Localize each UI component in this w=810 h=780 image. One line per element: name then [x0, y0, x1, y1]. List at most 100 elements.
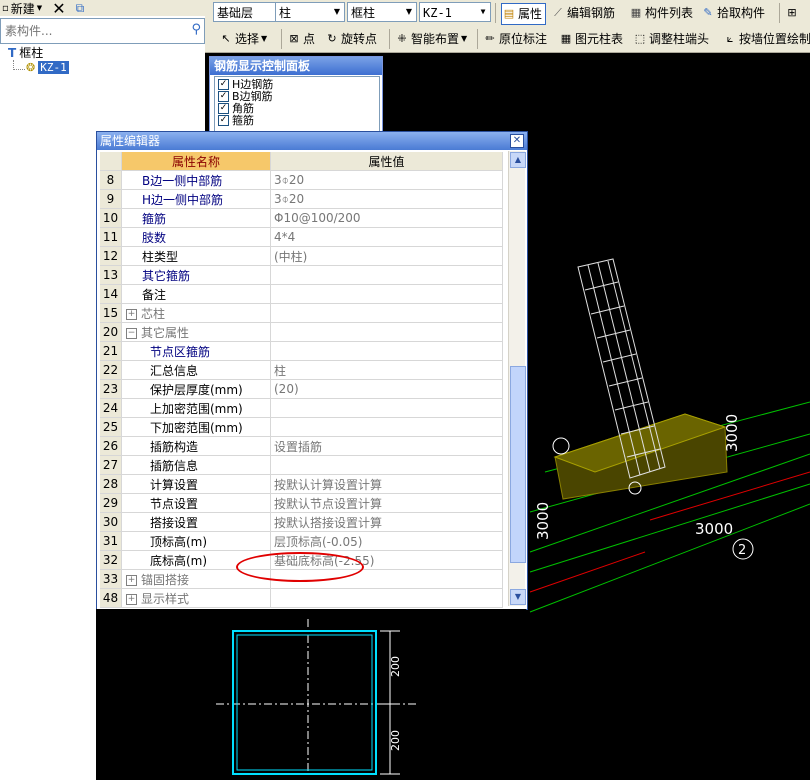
- highlight-ellipse: [236, 552, 364, 582]
- table-row[interactable]: 23 保护层厚度(mm) (20): [100, 379, 503, 399]
- rebar-list: ✓ H边钢筋 ✓ B边钢筋 ✓ 角筋 ✓ 箍筋: [214, 76, 380, 132]
- chevron-down-icon: ▼: [261, 34, 268, 43]
- search-input[interactable]: [3, 20, 177, 42]
- toolbar-draw: ↖ 选择 ▼ ⊠ 点 ↻ 旋转点 ⁜ 智能布置 ▼ ✏ 原位标注 ▦ 图元柱表 ⬚ 调整柱端头 ⟀…: [205, 26, 810, 53]
- rebar-item-b[interactable]: ✓ B边钢筋: [218, 91, 273, 102]
- smart-layout-icon: ⁜: [397, 32, 407, 45]
- adjust-icon: ⬚: [634, 32, 646, 45]
- toolbar-top: 基础层▼ 柱▼ 框柱▼ KZ-1▼ ▤属性 ⟋编辑钢筋 ▦构件列表 ✎拾取构件 …: [205, 0, 810, 27]
- check-icon: ✓: [218, 79, 229, 90]
- table-row[interactable]: 26 插筋构造 设置插筋: [100, 436, 503, 456]
- table-row[interactable]: 11 肢数 4*4: [100, 227, 503, 247]
- vertical-scrollbar[interactable]: ▲ ▼: [508, 151, 526, 606]
- column-type-icon: T: [8, 45, 17, 60]
- col-header-value: 属性值: [270, 152, 503, 171]
- column-table-button[interactable]: ▦ 图元柱表: [559, 29, 623, 49]
- wall-position-button[interactable]: ⟀ 按墙位置绘制: [723, 29, 810, 49]
- grid-icon: ⊞: [787, 6, 797, 19]
- point-icon: ⊠: [289, 32, 299, 45]
- check-icon: ✓: [218, 115, 229, 126]
- edit-rebar-button[interactable]: ⟋ 编辑钢筋: [551, 3, 615, 23]
- table-row[interactable]: 21 节点区箍筋: [100, 341, 503, 361]
- scroll-up-icon[interactable]: ▲: [510, 152, 526, 168]
- chevron-down-icon: ▼: [36, 4, 43, 12]
- chevron-down-icon: ▼: [405, 7, 413, 16]
- chevron-down-icon: ▼: [461, 34, 468, 43]
- scroll-thumb[interactable]: [510, 366, 526, 563]
- delete-icon[interactable]: ✕: [52, 0, 65, 18]
- rebar-display-panel: 钢筋显示控制面板 ✓ H边钢筋 ✓ B边钢筋 ✓ 角筋 ✓ 箍筋: [209, 56, 383, 133]
- cursor-icon: ↖: [221, 32, 231, 45]
- check-icon: ✓: [218, 91, 229, 102]
- col-header-name: 属性名称: [121, 152, 271, 171]
- rebar-item-stirrup[interactable]: ✓ 箍筋: [218, 115, 254, 126]
- annotate-icon: ✏: [485, 32, 495, 45]
- table-row[interactable]: 28 计算设置 按默认计算设置计算: [100, 474, 503, 494]
- rebar-icon: ⟋: [554, 6, 562, 19]
- table-row[interactable]: 14 备注: [100, 284, 503, 304]
- component-icon: ❂: [26, 61, 36, 74]
- property-editor: 属性编辑器 ✕ 属性名称 属性值 8 B边一侧中部筋 3⌽20 9 H边一侧中部筋 3⌽…: [96, 131, 528, 610]
- table-row[interactable]: 12 柱类型 (中柱): [100, 246, 503, 266]
- table-row[interactable]: 13 其它箍筋: [100, 265, 503, 285]
- point-button[interactable]: ⊠ 点: [287, 29, 315, 49]
- expand-icon[interactable]: +: [126, 593, 137, 605]
- table-row[interactable]: 24 上加密范围(mm): [100, 398, 503, 418]
- collapse-icon[interactable]: −: [126, 327, 137, 339]
- subtype-select[interactable]: 框柱 ▼: [347, 2, 417, 22]
- rebar-item-corner[interactable]: ✓ 角筋: [218, 103, 254, 114]
- origin-annotate-button[interactable]: ✏ 原位标注: [483, 29, 547, 49]
- table-row[interactable]: 30 搭接设置 按默认搭接设置计算: [100, 512, 503, 532]
- table-row[interactable]: 48 + 显示样式: [100, 588, 503, 608]
- rebar-item-h[interactable]: ✓ H边钢筋: [218, 79, 273, 90]
- smart-layout-button[interactable]: ⁜ 智能布置 ▼: [395, 29, 467, 49]
- copy-icon[interactable]: ⧉: [76, 1, 85, 16]
- rotate-point-button[interactable]: ↻ 旋转点: [325, 29, 377, 49]
- table-row[interactable]: 9 H边一侧中部筋 3⌽20: [100, 189, 503, 209]
- property-table: 属性名称 属性值 8 B边一侧中部筋 3⌽20 9 H边一侧中部筋 3⌽20 10 箍筋 Φ…: [100, 152, 503, 608]
- table-row[interactable]: 25 下加密范围(mm): [100, 417, 503, 437]
- select-button[interactable]: ↖ 选择 ▼: [219, 29, 267, 49]
- rotate-icon: ↻: [327, 32, 337, 45]
- scroll-down-icon[interactable]: ▼: [510, 589, 526, 605]
- dim-label-right: 3000: [723, 414, 741, 452]
- more-button[interactable]: ⊞: [785, 3, 799, 23]
- table-row[interactable]: 20− 其它属性: [100, 322, 503, 342]
- table-row[interactable]: 27 插筋信息: [100, 455, 503, 475]
- close-icon[interactable]: ✕: [510, 134, 524, 148]
- column-section: [232, 630, 377, 775]
- table-row[interactable]: 22 汇总信息柱: [100, 360, 503, 380]
- tree-root[interactable]: T 框柱: [8, 44, 43, 61]
- attr-button[interactable]: ▤ 属性: [501, 3, 547, 25]
- check-icon: ✓: [218, 103, 229, 114]
- wall-icon: ⟀: [726, 32, 734, 45]
- pick-component-button[interactable]: ✎ 拾取构件: [701, 3, 765, 23]
- dim-bottom: 200: [389, 730, 402, 751]
- new-button[interactable]: ▫ 新建 ▼: [2, 0, 42, 17]
- axis-label: 2: [738, 543, 746, 558]
- eyedropper-icon: ✎: [703, 6, 713, 19]
- expand-icon[interactable]: +: [126, 308, 137, 320]
- tree-item-kz1[interactable]: ❂ KZ-1: [26, 61, 69, 74]
- table-header: 属性名称 属性值: [100, 152, 503, 171]
- type-select[interactable]: 柱 ▼: [275, 2, 345, 22]
- component-list-button[interactable]: ▦ 构件列表: [629, 3, 693, 23]
- adjust-column-end-button[interactable]: ⬚ 调整柱端头: [633, 29, 709, 49]
- search-box: ⚲: [0, 18, 205, 44]
- table-row[interactable]: 10 箍筋 Φ10@100/200: [100, 208, 503, 228]
- section-preview: 200 200: [96, 609, 526, 780]
- new-icon: ▫: [2, 2, 9, 14]
- rebar-panel-title: 钢筋显示控制面板: [210, 57, 382, 75]
- tree-line: [13, 69, 25, 71]
- table-row[interactable]: 31 顶标高(m) 层顶标高(-0.05): [100, 531, 503, 551]
- search-icon[interactable]: ⚲: [191, 22, 201, 37]
- table-row[interactable]: 29 节点设置 按默认节点设置计算: [100, 493, 503, 513]
- chevron-down-icon: ▼: [480, 7, 486, 16]
- list-icon: ▦: [630, 6, 642, 19]
- tree-toolbar: ▫ 新建 ▼ ✕ ⧉: [0, 0, 205, 18]
- table-row[interactable]: 8 B边一侧中部筋 3⌽20: [100, 170, 503, 190]
- expand-icon[interactable]: +: [126, 574, 137, 586]
- table-row[interactable]: 15 + 芯柱: [100, 303, 503, 323]
- table-icon: ▦: [560, 32, 572, 45]
- component-select[interactable]: KZ-1 ▼: [419, 2, 491, 22]
